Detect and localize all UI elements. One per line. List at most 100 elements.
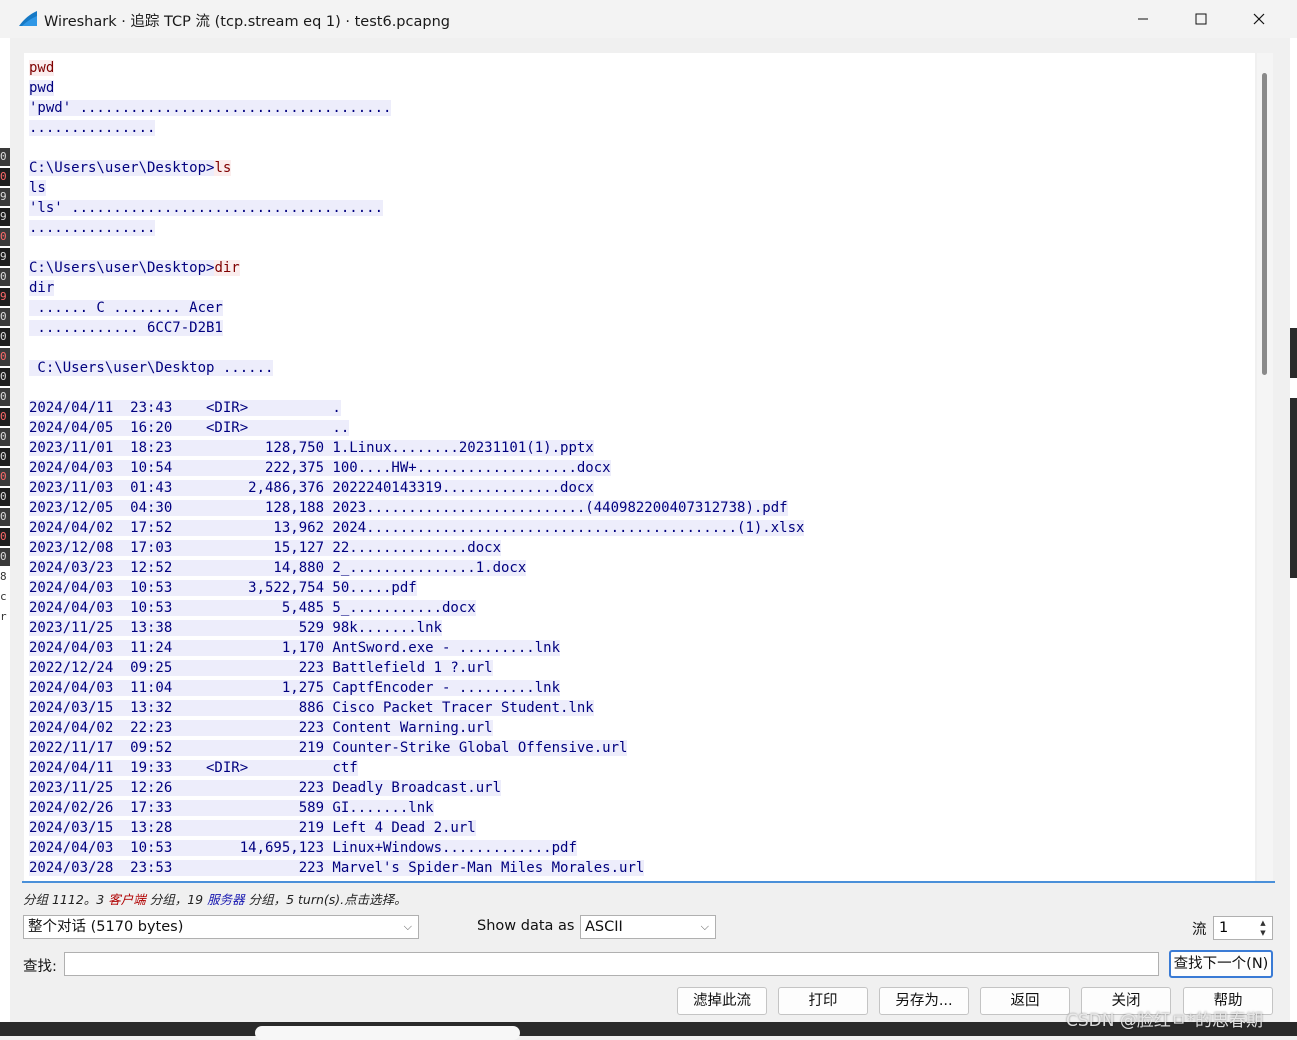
stream-line: 2023/12/05 04:30 128,188 2023...........… (29, 498, 804, 518)
find-next-button[interactable]: 查找下一个(N) (1169, 950, 1273, 978)
stream-line: 2024/04/02 22:23 223 Content Warning.url (29, 718, 804, 738)
strip-cell: 0 (0, 308, 10, 326)
conversation-select[interactable]: 整个对话 (5170 bytes) ⌵ (23, 915, 419, 939)
vertical-scrollbar[interactable] (1257, 53, 1273, 882)
server-text: pwd (29, 80, 55, 96)
server-text: 2024/04/03 10:53 14,695,123 Linux+Window… (29, 840, 577, 856)
client-text: dir (214, 260, 240, 276)
server-text: 2024/03/28 23:53 223 Marvel's Spider-Man… (29, 860, 645, 876)
show-data-select[interactable]: ASCII ⌵ (580, 915, 716, 939)
server-text: 2024/04/11 19:33 <DIR> ctf (29, 760, 358, 776)
find-input[interactable] (64, 952, 1159, 976)
stream-number-spinbox[interactable]: 1 ▲ ▼ (1213, 916, 1273, 940)
print-button[interactable]: 打印 (778, 987, 868, 1015)
strip-cell: 9 (0, 248, 10, 266)
server-text: 2024/04/02 22:23 223 Content Warning.url (29, 720, 493, 736)
server-text: 2023/12/05 04:30 128,188 2023...........… (29, 500, 788, 516)
save-as-button[interactable]: 另存为... (879, 987, 969, 1015)
maximize-button[interactable] (1172, 0, 1230, 38)
stream-line: ............... (29, 118, 804, 138)
scrollbar-thumb[interactable] (1262, 73, 1267, 375)
strip-cell: 9 (0, 288, 10, 306)
server-text: 2024/04/03 10:54 222,375 100....HW+.....… (29, 460, 611, 476)
stream-line: C:\Users\user\Desktop ...... (29, 358, 804, 378)
title-bar: Wireshark · 追踪 TCP 流 (tcp.stream eq 1) ·… (0, 0, 1297, 38)
stream-line: 2022/11/17 09:52 219 Counter-Strike Glob… (29, 738, 804, 758)
stream-line: 2024/03/28 23:53 223 Marvel's Spider-Man… (29, 858, 804, 878)
strip-cell: 0 (0, 268, 10, 286)
stream-line: ............ 6CC7-D2B1 (29, 318, 804, 338)
server-text: 2024/04/02 17:52 13,962 2024............… (29, 520, 805, 536)
server-text: 2024/04/03 11:24 1,170 AntSword.exe - ..… (29, 640, 561, 656)
strip-cell: 0 (0, 148, 10, 166)
server-text: 2023/11/01 18:23 128,750 1.Linux........… (29, 440, 594, 456)
server-text: 2022/11/17 09:52 219 Counter-Strike Glob… (29, 740, 628, 756)
server-text: 2022/12/24 09:25 223 Battlefield 1 ?.url (29, 660, 493, 676)
strip-cell: 0 (0, 468, 10, 486)
strip-cell: 9 (0, 188, 10, 206)
strip-cell: 0 (0, 228, 10, 246)
server-text: 2024/04/03 10:53 5,485 5_...........docx (29, 600, 476, 616)
stream-line: 2023/12/08 17:03 15,127 22..............… (29, 538, 804, 558)
status-server-word: 服务器 (207, 892, 245, 907)
stream-line (29, 238, 804, 258)
spin-down-icon[interactable]: ▼ (1256, 928, 1270, 938)
server-text: 2024/03/15 13:28 219 Left 4 Dead 2.url (29, 820, 476, 836)
stream-line: 2024/04/03 11:04 1,275 CaptfEncoder - ..… (29, 678, 804, 698)
strip-cell: 9 (0, 208, 10, 226)
stream-line: 2024/03/15 13:32 886 Cisco Packet Tracer… (29, 698, 804, 718)
strip-cell: c (0, 588, 10, 606)
stream-line: 2024/04/11 19:33 <DIR> ctf (29, 758, 804, 778)
stream-line: 2023/11/25 13:38 529 98k.......lnk (29, 618, 804, 638)
strip-cell: 0 (0, 428, 10, 446)
stream-line: dir (29, 278, 804, 298)
watermark: CSDN @脸红ㅁ*的思春期 (1066, 1011, 1264, 1031)
taskbar-item[interactable] (255, 1026, 520, 1040)
stream-text[interactable]: pwd pwd 'pwd' ............................… (29, 58, 805, 878)
stream-line: 2024/04/05 16:20 <DIR> .. (29, 418, 804, 438)
status-mid: 分组，19 (145, 892, 208, 907)
minimize-button[interactable] (1114, 0, 1172, 38)
stream-line: 'ls' ...................................… (29, 198, 804, 218)
strip-cell: 0 (0, 368, 10, 386)
show-data-label: Show data as (477, 918, 575, 934)
client-text: ls (214, 160, 232, 176)
strip-cell: 0 (0, 328, 10, 346)
server-text: ............ 6CC7-D2B1 (29, 320, 223, 336)
server-text: 2024/04/11 23:43 <DIR> . (29, 400, 341, 416)
stream-content-pane[interactable]: pwd pwd 'pwd' ............................… (24, 53, 1255, 882)
stream-line: 2024/04/03 10:54 222,375 100....HW+.....… (29, 458, 804, 478)
stream-line: 2024/04/11 23:43 <DIR> . (29, 398, 804, 418)
show-data-value: ASCII (585, 919, 623, 935)
server-text: dir (29, 280, 55, 296)
server-text: 'ls' ...................................… (29, 200, 384, 216)
stream-line: ...... C ........ Acer (29, 298, 804, 318)
stream-line: 2024/04/03 10:53 5,485 5_...........docx (29, 598, 804, 618)
stream-line: 2024/03/15 13:28 219 Left 4 Dead 2.url (29, 818, 804, 838)
close-icon (1253, 13, 1265, 25)
stream-line: 2024/04/03 10:53 14,695,123 Linux+Window… (29, 838, 804, 858)
strip-cell: 8 (0, 568, 10, 586)
stream-line (29, 378, 804, 398)
server-text: ...... C ........ Acer (29, 300, 223, 316)
strip-cell: 0 (0, 548, 10, 566)
filter-out-stream-button[interactable]: 滤掉此流 (677, 987, 767, 1015)
strip-cell: 0 (0, 388, 10, 406)
strip-cell: 0 (0, 488, 10, 506)
strip-cell: 0 (0, 408, 10, 426)
close-window-button[interactable] (1230, 0, 1288, 38)
stream-line: 2024/04/03 11:24 1,170 AntSword.exe - ..… (29, 638, 804, 658)
server-text: 2024/04/03 11:04 1,275 CaptfEncoder - ..… (29, 680, 561, 696)
stream-line: 2024/02/26 17:33 589 GI.......lnk (29, 798, 804, 818)
back-button[interactable]: 返回 (980, 987, 1070, 1015)
packet-status-text[interactable]: 分组 1112。3 客户端 分组，19 服务器 分组，5 turn(s).点击选… (23, 889, 407, 908)
strip-cell: 0 (0, 508, 10, 526)
background-window-strip: 0 0 9 9 0 9 0 9 0 0 0 0 0 0 0 0 0 0 0 0 0 8 cr (0, 38, 10, 1036)
chevron-down-icon: ⌵ (700, 920, 709, 933)
spin-up-icon[interactable]: ▲ (1256, 918, 1270, 928)
server-text: C:\Users\user\Desktop> (29, 160, 215, 176)
strip-cell: r (0, 608, 10, 626)
stream-line: 'pwd' ..................................… (29, 98, 804, 118)
status-client-word: 客户端 (108, 892, 146, 907)
focus-underline (22, 881, 1275, 883)
